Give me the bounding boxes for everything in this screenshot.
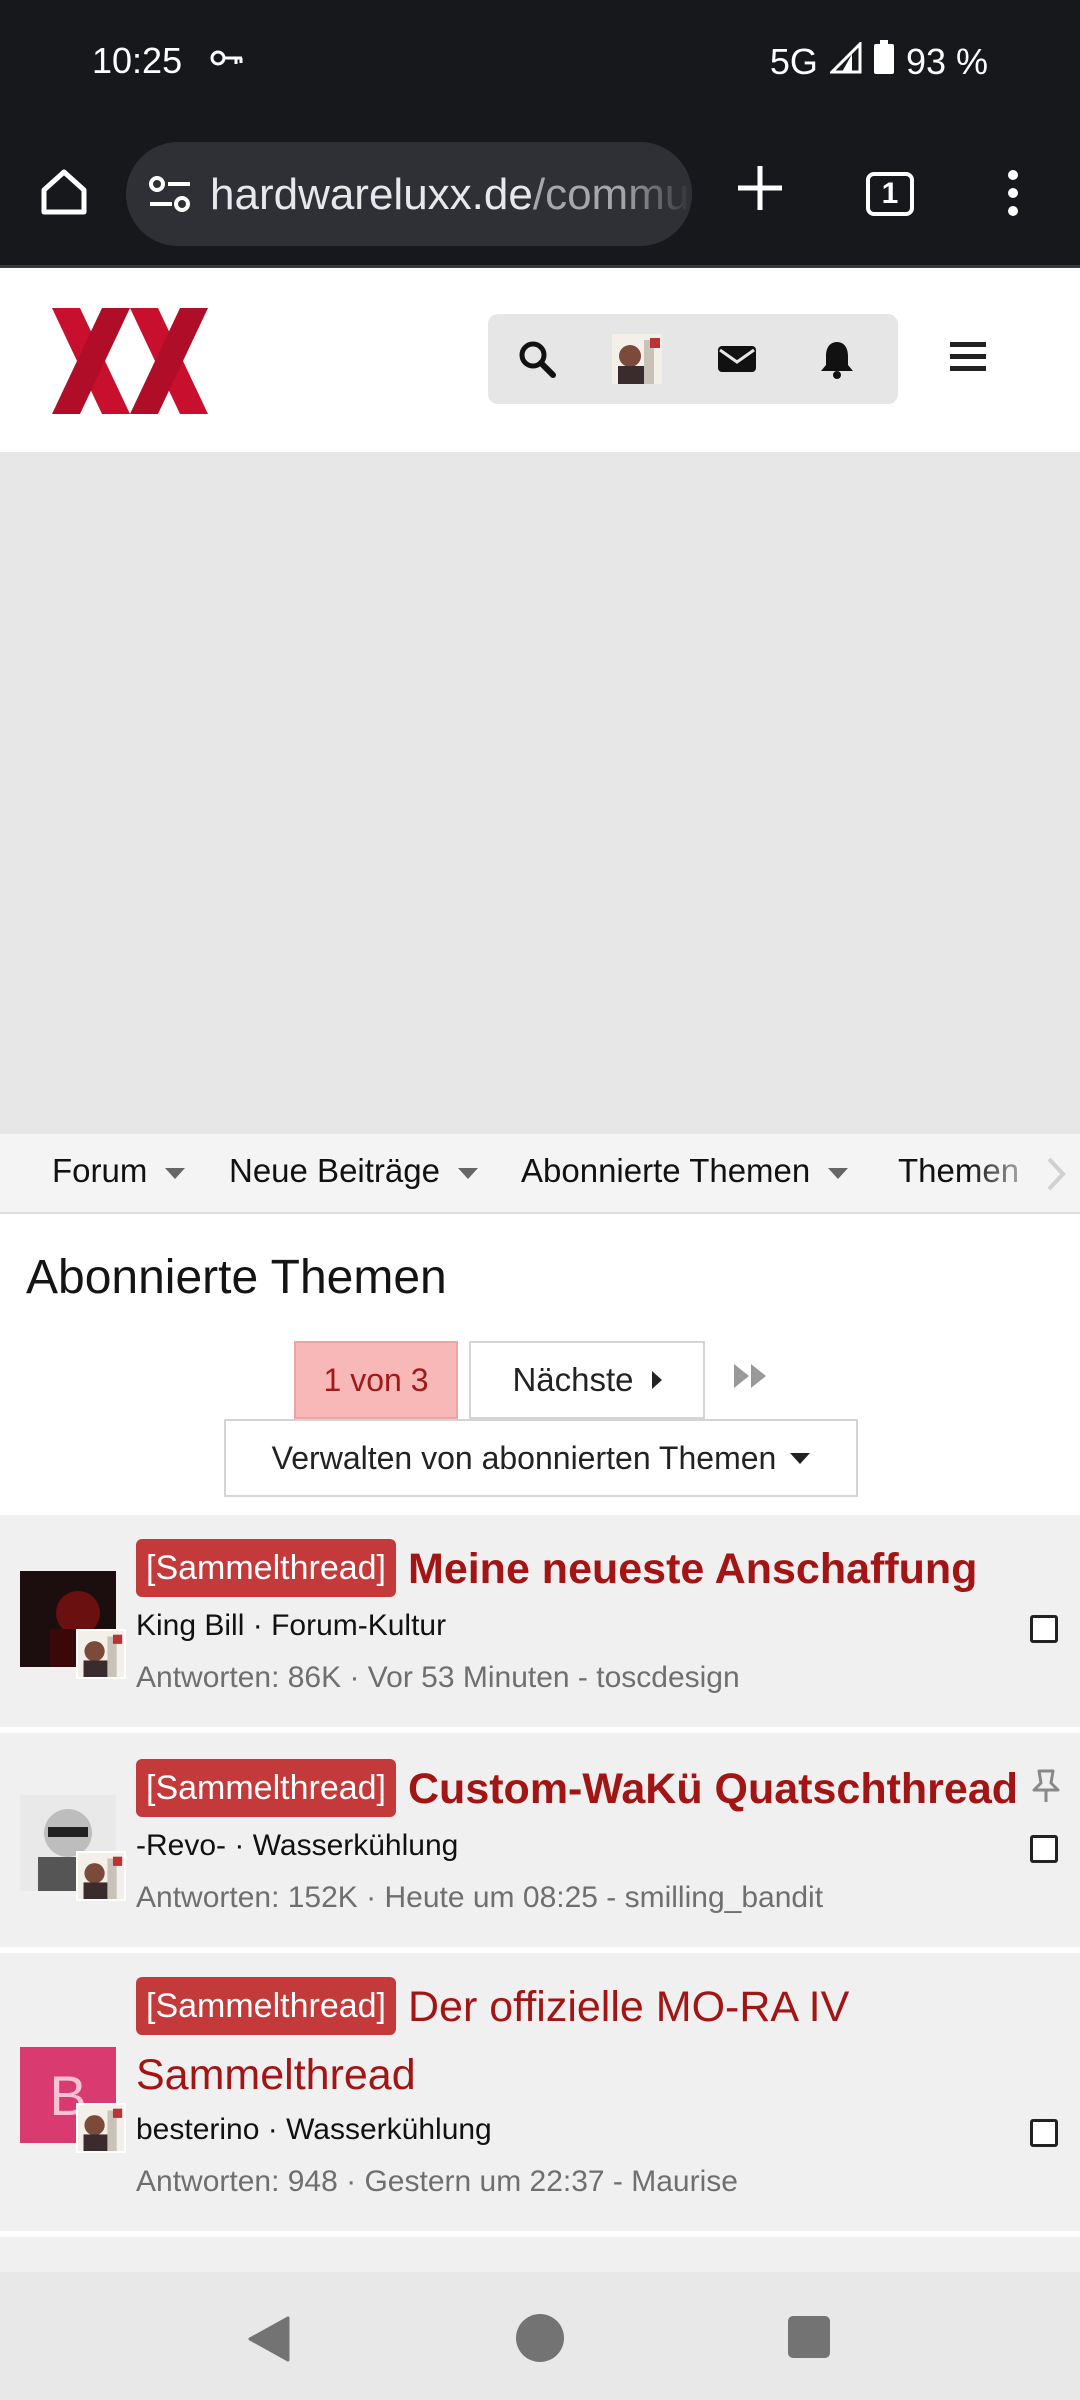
thread-stats: Antworten: 86K · Vor 53 Minuten - toscde… (136, 1661, 740, 1694)
thread-meta: besterino · Wasserkühlung (136, 2113, 492, 2146)
pin-icon (1032, 1769, 1060, 1808)
status-time: 10:25 (92, 40, 183, 81)
browser-toolbar: hardwareluxx.de/commu 1 (0, 124, 1080, 268)
caret-down-icon[interactable] (457, 1167, 478, 1179)
nav-item-abonnierte-themen[interactable]: Abonnierte Themen (521, 1152, 849, 1190)
thread-select-checkbox[interactable] (1030, 2119, 1058, 2147)
thread-item[interactable]: [Sammelthread] Custom-WaKü Quatschthread … (0, 1733, 1080, 1953)
page-indicator[interactable]: 1 von 3 (294, 1341, 458, 1419)
status-bar: 10:25 5G 93 % (0, 0, 1080, 124)
home-button-icon[interactable] (516, 2314, 564, 2362)
bell-icon[interactable] (812, 334, 862, 384)
forum-nav: Forum Neue Beiträge Abonnierte Themen Th… (0, 1134, 1080, 1214)
thread-author[interactable]: -Revo- (136, 1829, 226, 1862)
thread-prefix[interactable]: [Sammelthread] (136, 1539, 396, 1597)
caret-down-icon (790, 1452, 811, 1464)
back-icon[interactable] (246, 2316, 292, 2367)
caret-down-icon[interactable] (828, 1167, 849, 1179)
hardwareluxx-logo[interactable] (52, 308, 208, 419)
tab-switcher-button[interactable]: 1 (866, 172, 914, 216)
manage-subscriptions-button[interactable]: Verwalten von abonnierten Themen (224, 1419, 858, 1497)
thread-item[interactable]: B [Sammelthread] Der offizielle MO-RA IV … (0, 1953, 1080, 2237)
address-bar[interactable]: hardwareluxx.de/commu (126, 142, 692, 246)
ad-placeholder (0, 452, 1080, 1134)
battery-icon (873, 40, 894, 83)
mail-icon[interactable] (712, 334, 762, 384)
caret-down-icon[interactable] (165, 1167, 186, 1179)
thread-forum[interactable]: Forum-Kultur (271, 1609, 446, 1642)
more-options-icon[interactable] (1006, 168, 1020, 223)
thread-prefix[interactable]: [Sammelthread] (136, 1977, 396, 2035)
signal-icon (828, 39, 862, 83)
vpn-key-icon (210, 48, 244, 73)
user-mini-avatar (76, 1851, 126, 1901)
chevron-right-icon[interactable] (1046, 1156, 1066, 1197)
thread-select-checkbox[interactable] (1030, 1835, 1058, 1863)
thread-forum[interactable]: Wasserkühlung (286, 2113, 492, 2146)
thread-forum[interactable]: Wasserkühlung (253, 1829, 459, 1862)
url-text: hardwareluxx.de/commu (210, 170, 689, 220)
last-page-icon[interactable] (732, 1362, 770, 1395)
user-mini-avatar (76, 1629, 126, 1679)
thread-author[interactable]: King Bill (136, 1609, 244, 1642)
search-icon[interactable] (512, 334, 562, 384)
network-label: 5G (769, 40, 818, 82)
home-icon[interactable] (38, 166, 90, 218)
battery-percent: 93 % (905, 40, 988, 82)
url-host: hardwareluxx.de (210, 170, 533, 219)
nav-item-neue-beitraege[interactable]: Neue Beiträge (229, 1152, 478, 1190)
page-title: Abonnierte Themen (26, 1251, 447, 1304)
thread-title[interactable]: [Sammelthread] Custom-WaKü Quatschthread (136, 1755, 1036, 1823)
user-avatar[interactable] (612, 334, 662, 384)
thread-meta: King Bill · Forum-Kultur (136, 1609, 447, 1642)
thread-prefix[interactable]: [Sammelthread] (136, 1759, 396, 1817)
thread-author[interactable]: besterino (136, 2113, 259, 2146)
user-icon-bar (488, 314, 898, 404)
thread-title[interactable]: [Sammelthread] Meine neueste Anschaffung (136, 1535, 1036, 1603)
status-right: 5G 93 % (769, 39, 988, 83)
thread-stats: Antworten: 152K · Heute um 08:25 - smill… (136, 1881, 824, 1914)
recent-apps-icon[interactable] (788, 2316, 830, 2358)
user-mini-avatar (76, 2103, 126, 2153)
thread-stats: Antworten: 948 · Gestern um 22:37 - Maur… (136, 2165, 738, 2198)
thread-select-checkbox[interactable] (1030, 1615, 1058, 1643)
nav-item-forum[interactable]: Forum (52, 1152, 186, 1190)
next-page-button[interactable]: Nächste (469, 1341, 705, 1419)
site-header (0, 270, 1080, 452)
thread-title[interactable]: [Sammelthread] Der offizielle MO-RA IV Sa… (136, 1973, 996, 2109)
thread-meta: -Revo- · Wasserkühlung (136, 1829, 459, 1862)
site-settings-icon[interactable] (148, 174, 192, 219)
menu-icon[interactable] (950, 340, 990, 380)
new-tab-icon[interactable] (734, 162, 786, 214)
system-navigation-bar (0, 2272, 1080, 2400)
play-icon (651, 1371, 662, 1389)
thread-item[interactable]: [Sammelthread] Meine neueste Anschaffung … (0, 1515, 1080, 1733)
